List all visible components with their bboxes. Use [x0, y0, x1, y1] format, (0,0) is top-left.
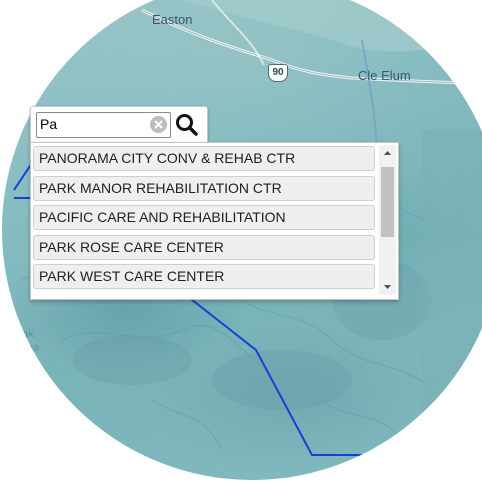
search-widget	[30, 106, 208, 144]
scroll-thumb[interactable]	[381, 167, 394, 237]
clear-icon	[154, 120, 163, 129]
interstate-shield-icon: 90	[268, 64, 288, 82]
search-results-list: PANORAMA CITY CONV & REHAB CTR PARK MANO…	[33, 146, 375, 294]
place-label-peak: eak	[16, 328, 34, 340]
results-scrollbar[interactable]	[379, 145, 396, 295]
scroll-down-icon	[384, 285, 391, 289]
result-item[interactable]: PARK WEST CARE CENTER	[33, 264, 375, 289]
result-item[interactable]: PARK MANOR REHABILITATION CTR	[33, 175, 375, 201]
scroll-down-button[interactable]	[379, 278, 396, 295]
scroll-up-icon	[384, 151, 391, 155]
search-icon	[176, 114, 198, 136]
place-label-cle-elum: Cle Elum	[358, 68, 411, 83]
place-label-area: Area	[16, 342, 40, 354]
clear-search-button[interactable]	[150, 116, 167, 133]
search-input[interactable]	[40, 115, 148, 133]
result-item[interactable]: PANORAMA CITY CONV & REHAB CTR	[33, 146, 375, 171]
place-label-easton: Easton	[152, 12, 193, 27]
result-item[interactable]: PACIFIC CARE AND REHABILITATION	[33, 205, 375, 230]
search-results-dropdown: PANORAMA CITY CONV & REHAB CTR PARK MANO…	[30, 142, 399, 300]
search-field[interactable]	[36, 112, 171, 138]
result-item[interactable]: PARK ROSE CARE CENTER	[33, 234, 375, 260]
scroll-up-button[interactable]	[379, 145, 396, 162]
search-button[interactable]	[174, 112, 200, 138]
